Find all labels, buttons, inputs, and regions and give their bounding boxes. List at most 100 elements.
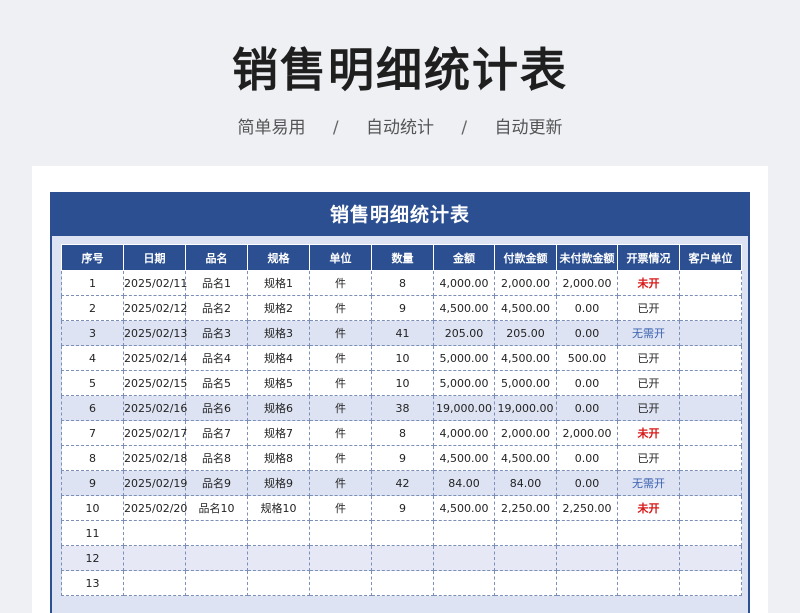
table-cell[interactable] (185, 570, 248, 596)
table-cell[interactable]: 规格3 (247, 320, 310, 346)
table-cell[interactable]: 10 (61, 495, 124, 521)
table-cell[interactable]: 件 (309, 295, 372, 321)
table-cell[interactable] (679, 495, 742, 521)
table-cell[interactable]: 2025/02/19 (123, 470, 187, 496)
table-cell[interactable]: 12 (61, 545, 124, 571)
table-cell[interactable]: 1 (61, 270, 124, 296)
column-header[interactable]: 未付款金额 (556, 244, 618, 271)
table-cell[interactable]: 品名1 (185, 270, 248, 296)
table-cell[interactable]: 规格2 (247, 295, 310, 321)
table-cell[interactable]: 2025/02/17 (123, 420, 187, 446)
table-cell[interactable] (679, 345, 742, 371)
table-cell[interactable] (185, 520, 248, 546)
table-cell[interactable]: 规格10 (247, 495, 310, 521)
table-cell[interactable]: 42 (371, 470, 434, 496)
table-cell[interactable]: 9 (61, 470, 124, 496)
table-cell[interactable]: 11 (61, 520, 124, 546)
table-cell[interactable]: 件 (309, 370, 372, 396)
table-cell[interactable]: 10 (371, 370, 434, 396)
table-cell[interactable]: 9 (371, 445, 434, 471)
table-cell[interactable]: 件 (309, 345, 372, 371)
table-cell[interactable] (371, 570, 434, 596)
table-cell[interactable]: 4,500.00 (494, 345, 557, 371)
table-cell[interactable]: 19,000.00 (494, 395, 557, 421)
table-cell[interactable]: 0.00 (556, 370, 618, 396)
table-cell[interactable]: 已开 (617, 370, 680, 396)
table-cell[interactable]: 件 (309, 420, 372, 446)
table-cell[interactable]: 品名2 (185, 295, 248, 321)
table-cell[interactable]: 4,500.00 (433, 495, 495, 521)
table-cell[interactable] (679, 395, 742, 421)
table-cell[interactable] (433, 520, 495, 546)
column-header[interactable]: 日期 (123, 244, 186, 271)
table-cell[interactable]: 8 (371, 270, 434, 296)
table-cell[interactable]: 6 (61, 395, 124, 421)
table-cell[interactable] (494, 520, 557, 546)
table-cell[interactable]: 未开 (617, 495, 680, 521)
table-cell[interactable] (494, 545, 557, 571)
table-cell[interactable]: 未开 (617, 270, 680, 296)
table-cell[interactable]: 品名8 (185, 445, 248, 471)
table-cell[interactable] (679, 470, 742, 496)
table-cell[interactable]: 8 (371, 420, 434, 446)
table-cell[interactable]: 4,500.00 (433, 445, 495, 471)
table-cell[interactable]: 品名7 (185, 420, 248, 446)
table-cell[interactable]: 品名3 (185, 320, 248, 346)
table-cell[interactable] (433, 570, 495, 596)
table-cell[interactable] (494, 570, 557, 596)
table-cell[interactable]: 38 (371, 395, 434, 421)
table-cell[interactable] (371, 520, 434, 546)
table-cell[interactable]: 件 (309, 395, 372, 421)
table-cell[interactable]: 品名6 (185, 395, 248, 421)
table-cell[interactable]: 2025/02/12 (123, 295, 187, 321)
table-cell[interactable]: 件 (309, 445, 372, 471)
table-cell[interactable]: 2025/02/15 (123, 370, 187, 396)
table-cell[interactable]: 无需开 (617, 320, 680, 346)
table-cell[interactable] (679, 420, 742, 446)
table-cell[interactable] (309, 520, 372, 546)
table-cell[interactable]: 2,000.00 (494, 420, 557, 446)
column-header[interactable]: 规格 (247, 244, 310, 271)
table-cell[interactable] (679, 520, 742, 546)
table-cell[interactable]: 2025/02/16 (123, 395, 187, 421)
table-cell[interactable]: 4,500.00 (494, 445, 557, 471)
table-cell[interactable] (556, 570, 618, 596)
column-header[interactable]: 开票情况 (617, 244, 680, 271)
column-header[interactable]: 付款金额 (494, 244, 557, 271)
table-cell[interactable]: 2,000.00 (494, 270, 557, 296)
table-cell[interactable] (123, 570, 186, 596)
table-cell[interactable]: 0.00 (556, 470, 618, 496)
table-cell[interactable]: 84.00 (433, 470, 495, 496)
table-cell[interactable]: 41 (371, 320, 434, 346)
table-cell[interactable]: 7 (61, 420, 124, 446)
table-cell[interactable] (679, 295, 742, 321)
table-cell[interactable]: 5,000.00 (494, 370, 557, 396)
table-cell[interactable]: 已开 (617, 295, 680, 321)
table-cell[interactable]: 2,000.00 (556, 420, 618, 446)
table-cell[interactable]: 件 (309, 320, 372, 346)
table-cell[interactable]: 205.00 (433, 320, 495, 346)
table-cell[interactable]: 8 (61, 445, 124, 471)
table-cell[interactable]: 4,000.00 (433, 420, 495, 446)
table-cell[interactable] (185, 545, 248, 571)
table-cell[interactable] (433, 545, 495, 571)
table-cell[interactable]: 规格8 (247, 445, 310, 471)
column-header[interactable]: 金额 (433, 244, 495, 271)
table-cell[interactable]: 规格6 (247, 395, 310, 421)
table-cell[interactable] (309, 545, 372, 571)
table-cell[interactable] (123, 545, 186, 571)
table-cell[interactable] (679, 270, 742, 296)
table-cell[interactable]: 件 (309, 495, 372, 521)
table-cell[interactable]: 2,000.00 (556, 270, 618, 296)
table-cell[interactable] (617, 545, 680, 571)
table-cell[interactable]: 10 (371, 345, 434, 371)
table-cell[interactable]: 规格7 (247, 420, 310, 446)
column-header[interactable]: 客户单位 (679, 244, 742, 271)
table-cell[interactable]: 2,250.00 (556, 495, 618, 521)
table-cell[interactable] (679, 545, 742, 571)
table-cell[interactable]: 规格4 (247, 345, 310, 371)
column-header[interactable]: 单位 (309, 244, 372, 271)
table-cell[interactable]: 件 (309, 470, 372, 496)
table-cell[interactable]: 2 (61, 295, 124, 321)
table-cell[interactable]: 0.00 (556, 320, 618, 346)
